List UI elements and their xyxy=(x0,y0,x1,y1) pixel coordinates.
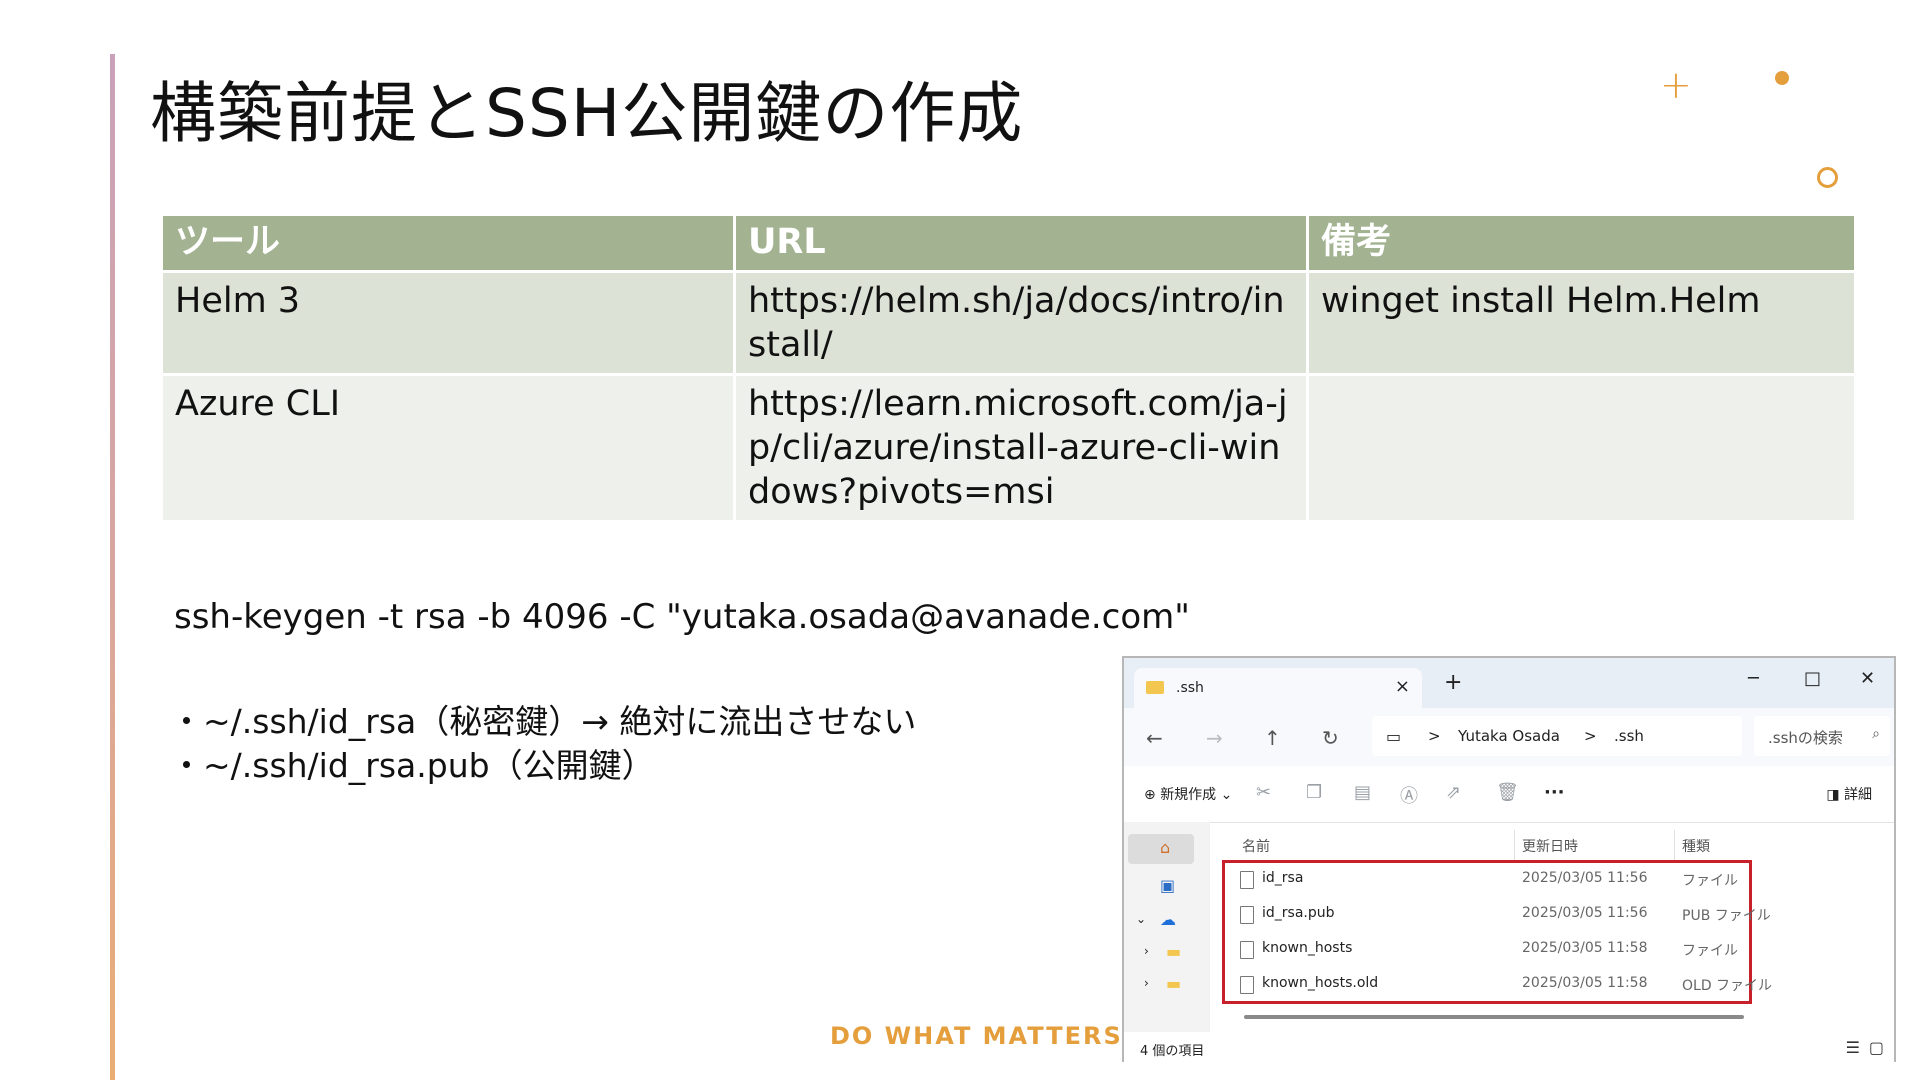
file-name: known_hosts.old xyxy=(1262,975,1379,991)
file-icon xyxy=(1240,871,1254,889)
chevron-down-icon[interactable]: ⌄ xyxy=(1136,912,1146,926)
share-icon[interactable]: ⇗ xyxy=(1446,782,1461,803)
file-name: id_rsa xyxy=(1262,870,1304,886)
decor-ring-icon xyxy=(1817,167,1838,188)
search-icon: ⌕ xyxy=(1872,726,1880,742)
file-modified: 2025/03/05 11:58 xyxy=(1522,975,1648,991)
file-list: 名前 更新日時 種類 id_rsa 2025/03/05 11:56 ファイル … xyxy=(1212,822,1896,1032)
address-bar[interactable]: ▭ > Yutaka Osada > .ssh xyxy=(1372,716,1742,756)
details-view-icon[interactable]: ☰ xyxy=(1846,1038,1860,1057)
back-arrow-icon[interactable]: ← xyxy=(1146,726,1163,750)
table-row: Helm 3 https://helm.sh/ja/docs/intro/ins… xyxy=(160,270,1857,376)
bullet-private-key: ・~/.ssh/id_rsa（秘密鍵）→ 絶対に流出させない xyxy=(170,702,917,741)
breadcrumb-separator: > xyxy=(1428,727,1441,745)
file-row[interactable]: known_hosts.old 2025/03/05 11:58 OLD ファイ… xyxy=(1224,972,1874,1004)
folder-icon xyxy=(1146,681,1164,694)
table-header-notes: 備考 xyxy=(1306,213,1857,273)
file-type: ファイル xyxy=(1682,943,1738,959)
file-type: ファイル xyxy=(1682,873,1738,889)
minimize-button[interactable]: ─ xyxy=(1748,668,1759,689)
search-box[interactable]: .sshの検索 ⌕ xyxy=(1754,716,1890,756)
table-header-url: URL xyxy=(733,213,1309,273)
close-window-button[interactable]: ✕ xyxy=(1860,668,1875,689)
table-cell-notes: winget install Helm.Helm xyxy=(1306,270,1857,376)
more-options-icon[interactable]: ··· xyxy=(1544,782,1565,803)
file-modified: 2025/03/05 11:56 xyxy=(1522,870,1648,886)
table-cell-url: https://learn.microsoft.com/ja-jp/cli/az… xyxy=(733,373,1309,523)
status-bar: 4 個の項目 ☰ ▢ xyxy=(1124,1032,1894,1062)
file-explorer-window: .ssh × + ─ □ ✕ ← → ↑ ↻ ▭ > Yutaka Osada … xyxy=(1122,656,1896,1062)
item-count: 4 個の項目 xyxy=(1140,1044,1205,1059)
rename-icon[interactable]: Ⓐ xyxy=(1400,782,1418,808)
file-icon xyxy=(1240,906,1254,924)
column-separator xyxy=(1674,830,1675,860)
copy-icon[interactable]: ❐ xyxy=(1306,782,1322,803)
table-row: Azure CLI https://learn.microsoft.com/ja… xyxy=(160,373,1857,523)
home-icon[interactable]: ⌂ xyxy=(1160,838,1170,857)
slide-title: 構築前提とSSH公開鍵の作成 xyxy=(150,75,1024,152)
explorer-toolbar: ⊕ 新規作成 ⌄ ✂ ❐ ▤ Ⓐ ⇗ 🗑 ··· ◨ 詳細 xyxy=(1124,766,1894,823)
file-name: known_hosts xyxy=(1262,940,1353,956)
refresh-icon[interactable]: ↻ xyxy=(1322,726,1339,750)
horizontal-scrollbar[interactable] xyxy=(1244,1015,1744,1019)
search-placeholder: .sshの検索 xyxy=(1768,729,1843,747)
onedrive-icon[interactable]: ☁ xyxy=(1160,910,1176,929)
details-label: 詳細 xyxy=(1844,787,1872,803)
gallery-icon[interactable]: ▣ xyxy=(1160,876,1175,895)
table-cell-tool: Helm 3 xyxy=(160,270,736,376)
breadcrumb-separator: > xyxy=(1584,727,1597,745)
forward-arrow-icon[interactable]: → xyxy=(1206,726,1223,750)
new-item-button[interactable]: ⊕ 新規作成 ⌄ xyxy=(1144,784,1232,804)
file-name: id_rsa.pub xyxy=(1262,905,1335,921)
breadcrumb-ssh[interactable]: .ssh xyxy=(1614,727,1644,745)
ssh-keygen-command: ssh-keygen -t rsa -b 4096 -C "yutaka.osa… xyxy=(174,597,1190,637)
delete-icon[interactable]: 🗑 xyxy=(1496,782,1519,803)
tools-table: ツール URL 備考 Helm 3 https://helm.sh/ja/doc… xyxy=(160,213,1857,523)
file-row[interactable]: id_rsa.pub 2025/03/05 11:56 PUB ファイル xyxy=(1224,902,1874,934)
file-icon xyxy=(1240,976,1254,994)
column-separator xyxy=(1514,830,1515,860)
file-icon xyxy=(1240,941,1254,959)
column-header-type[interactable]: 種類 xyxy=(1682,836,1710,856)
tiles-view-icon[interactable]: ▢ xyxy=(1869,1038,1884,1057)
column-header-modified[interactable]: 更新日時 xyxy=(1522,836,1578,856)
computer-icon: ▭ xyxy=(1386,727,1402,746)
explorer-tab[interactable]: .ssh × xyxy=(1134,668,1422,708)
folder-icon[interactable]: ▬ xyxy=(1166,942,1181,961)
file-type: OLD ファイル xyxy=(1682,978,1773,994)
tab-close-icon[interactable]: × xyxy=(1395,676,1410,697)
decor-plus-icon: + xyxy=(1660,63,1692,107)
tab-title: .ssh xyxy=(1176,680,1204,696)
new-item-label: 新規作成 xyxy=(1160,787,1217,803)
breadcrumb-user[interactable]: Yutaka Osada xyxy=(1458,727,1560,745)
table-cell-notes xyxy=(1306,373,1857,523)
file-row[interactable]: known_hosts 2025/03/05 11:58 ファイル xyxy=(1224,937,1874,969)
column-header-name[interactable]: 名前 xyxy=(1242,836,1270,856)
cut-icon[interactable]: ✂ xyxy=(1256,782,1271,803)
explorer-navbar: ← → ↑ ↻ ▭ > Yutaka Osada > .ssh .sshの検索 … xyxy=(1124,708,1894,766)
maximize-button[interactable]: □ xyxy=(1804,668,1821,689)
table-cell-tool: Azure CLI xyxy=(160,373,736,523)
file-modified: 2025/03/05 11:56 xyxy=(1522,905,1648,921)
footer-tagline: DO WHAT MATTERS xyxy=(830,1022,1123,1050)
details-pane-button[interactable]: ◨ 詳細 xyxy=(1826,784,1872,804)
folder-icon[interactable]: ▬ xyxy=(1166,974,1181,993)
navigation-pane: ⌂ ▣ ⌄ ☁ › ▬ › ▬ xyxy=(1124,822,1210,1032)
decor-dot-icon xyxy=(1775,71,1789,85)
bullet-public-key: ・~/.ssh/id_rsa.pub（公開鍵） xyxy=(170,746,655,785)
file-type: PUB ファイル xyxy=(1682,908,1771,924)
table-header-row: ツール URL 備考 xyxy=(160,213,1857,273)
table-cell-url: https://helm.sh/ja/docs/intro/install/ xyxy=(733,270,1309,376)
paste-icon[interactable]: ▤ xyxy=(1354,782,1371,803)
explorer-titlebar: .ssh × + ─ □ ✕ xyxy=(1124,658,1894,708)
file-modified: 2025/03/05 11:58 xyxy=(1522,940,1648,956)
file-row[interactable]: id_rsa 2025/03/05 11:56 ファイル xyxy=(1224,867,1874,899)
chevron-right-icon[interactable]: › xyxy=(1144,976,1149,990)
up-arrow-icon[interactable]: ↑ xyxy=(1264,726,1281,750)
key-bullets: ・~/.ssh/id_rsa（秘密鍵）→ 絶対に流出させない ・~/.ssh/i… xyxy=(170,700,916,788)
new-tab-button[interactable]: + xyxy=(1444,670,1462,695)
table-header-tool: ツール xyxy=(160,213,736,273)
left-accent-bar xyxy=(110,54,115,1080)
chevron-right-icon[interactable]: › xyxy=(1144,944,1149,958)
